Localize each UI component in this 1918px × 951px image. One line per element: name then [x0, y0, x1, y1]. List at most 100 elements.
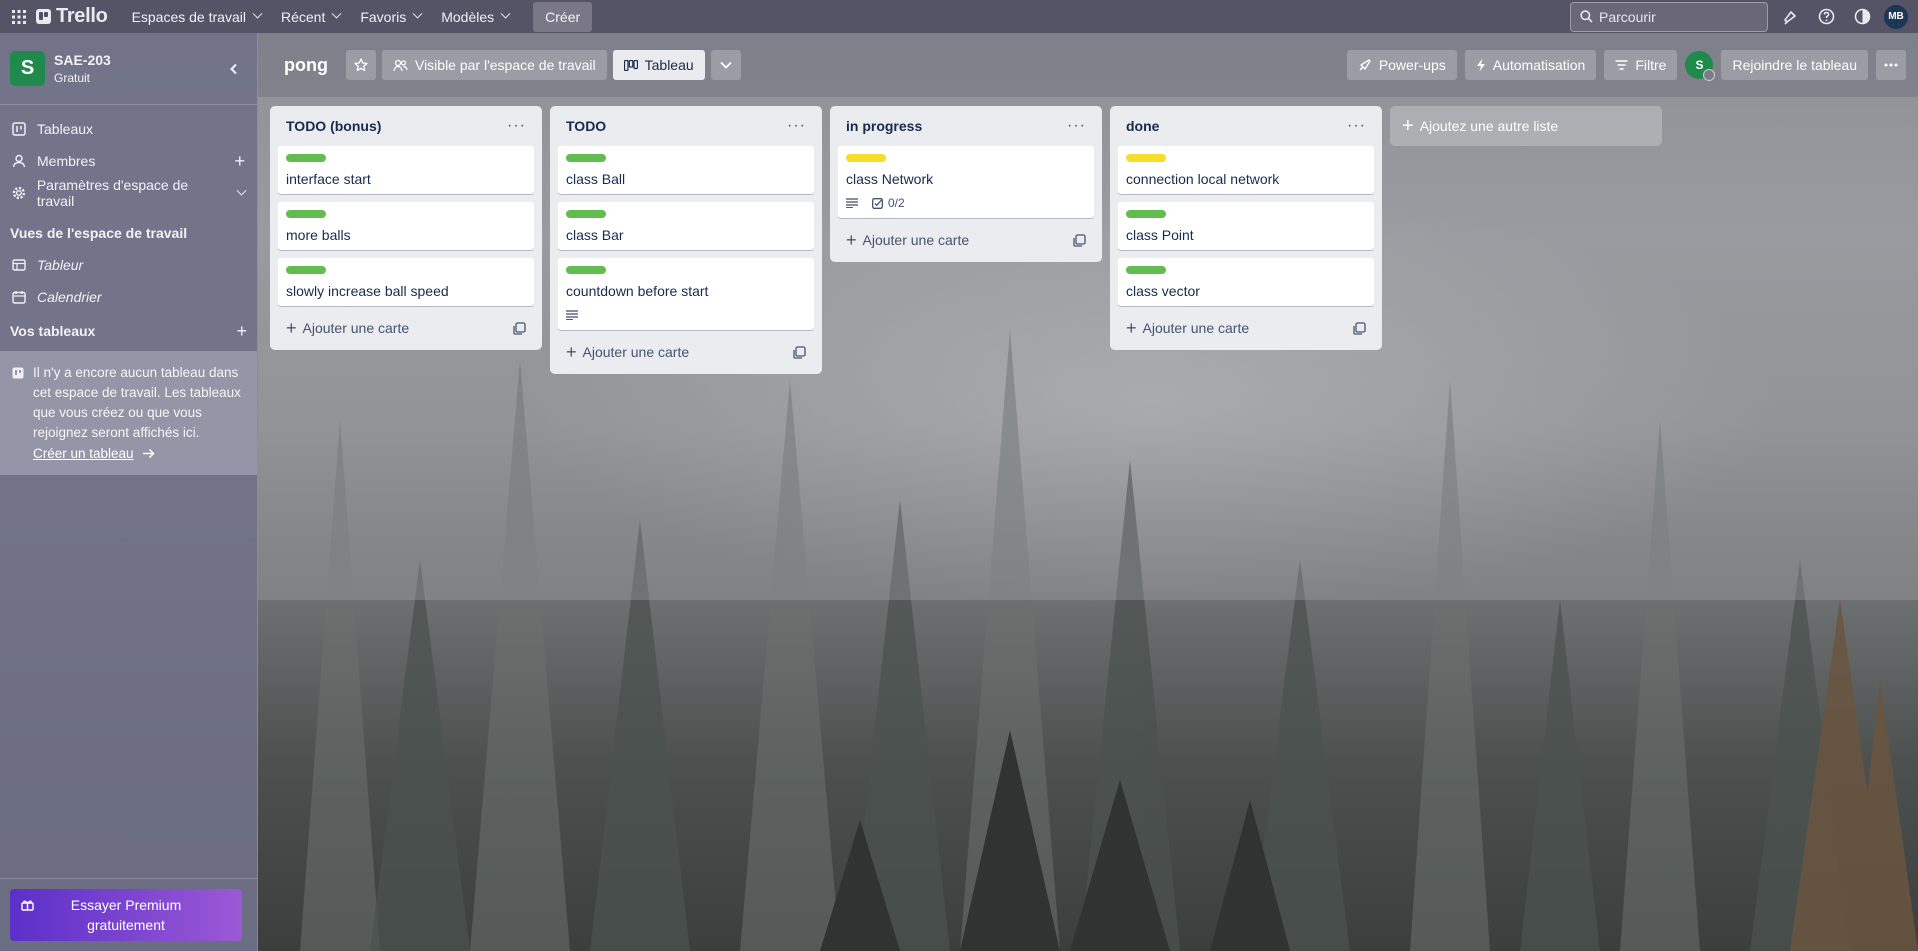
sidebar-view-table[interactable]: Tableur: [0, 249, 257, 281]
description-icon: [846, 198, 858, 208]
add-list-button[interactable]: + Ajoutez une autre liste: [1390, 106, 1662, 146]
plus-icon: +: [846, 230, 857, 250]
nav-recent[interactable]: Récent: [271, 0, 350, 33]
description-icon: [566, 310, 578, 320]
try-premium-button[interactable]: Essayer Premium gratuitement: [10, 889, 242, 941]
add-card-button[interactable]: + Ajouter une carte: [558, 338, 814, 366]
card-countdown-before-start[interactable]: countdown before start: [558, 258, 814, 330]
list-menu-icon[interactable]: ···: [507, 117, 526, 135]
green-label[interactable]: [566, 210, 606, 218]
search-box[interactable]: [1570, 1, 1768, 32]
nav-templates[interactable]: Modèles: [431, 0, 519, 33]
sidebar-item-members[interactable]: Membres +: [0, 145, 257, 177]
list-title[interactable]: done: [1126, 118, 1159, 134]
green-label[interactable]: [286, 210, 326, 218]
checklist-icon: [872, 197, 883, 209]
card-template-icon[interactable]: [1353, 321, 1366, 335]
visibility-button[interactable]: Visible par l'espace de travail: [381, 50, 607, 80]
sidebar-item-settings[interactable]: Paramètres d'espace de travail: [0, 177, 257, 209]
collapse-sidebar-button[interactable]: [221, 56, 247, 82]
card-template-icon[interactable]: [793, 345, 806, 359]
chevron-down-icon: [412, 8, 423, 19]
sidebar-view-table-label: Tableur: [37, 257, 84, 273]
create-button[interactable]: Créer: [533, 1, 593, 32]
list-title[interactable]: in progress: [846, 118, 922, 134]
card-title: class vector: [1126, 283, 1200, 299]
board-header: pong Visible par l'espace de travail Tab…: [258, 33, 1918, 97]
plus-icon: +: [286, 318, 297, 338]
theme-toggle-icon[interactable]: [1848, 3, 1876, 31]
board-menu-button[interactable]: [1876, 50, 1906, 80]
visibility-label: Visible par l'espace de travail: [414, 57, 596, 73]
create-board-label: Créer un tableau: [33, 446, 134, 461]
add-card-button[interactable]: + Ajouter une carte: [278, 314, 534, 342]
green-label[interactable]: [566, 266, 606, 274]
powerups-button[interactable]: Power-ups: [1346, 50, 1457, 80]
nav-favorites[interactable]: Favoris: [350, 0, 431, 33]
green-label[interactable]: [566, 154, 606, 162]
card-more-balls[interactable]: more balls: [278, 202, 534, 250]
yellow-label[interactable]: [846, 154, 886, 162]
your-boards-heading: Vos tableaux +: [0, 315, 257, 347]
nav-workspaces-label: Espaces de travail: [131, 8, 246, 25]
chevron-down-icon: [331, 8, 342, 19]
sidebar-item-boards[interactable]: Tableaux: [0, 113, 257, 145]
board-view-button[interactable]: Tableau: [612, 50, 705, 80]
notifications-icon[interactable]: [1776, 3, 1804, 31]
green-label[interactable]: [286, 154, 326, 162]
join-board-button[interactable]: Rejoindre le tableau: [1721, 50, 1868, 80]
checklist-count: 0/2: [888, 196, 905, 210]
green-label[interactable]: [1126, 210, 1166, 218]
nav-workspaces[interactable]: Espaces de travail: [122, 0, 271, 33]
filter-label: Filtre: [1635, 57, 1667, 73]
list-in-progress[interactable]: in progress ··· class Network 0/2 + Ajou…: [830, 106, 1102, 262]
card-class-bar[interactable]: class Bar: [558, 202, 814, 250]
view-switcher-button[interactable]: [710, 50, 741, 80]
help-icon[interactable]: [1812, 3, 1840, 31]
add-member-icon[interactable]: +: [234, 152, 245, 170]
automation-button[interactable]: Automatisation: [1464, 50, 1597, 80]
user-avatar[interactable]: MB: [1884, 4, 1908, 29]
views-heading: Vues de l'espace de travail: [10, 225, 188, 241]
add-card-button[interactable]: + Ajouter une carte: [1118, 314, 1374, 342]
card-class-vector[interactable]: class vector: [1118, 258, 1374, 306]
green-label[interactable]: [286, 266, 326, 274]
star-board-button[interactable]: [345, 50, 376, 80]
list-menu-icon[interactable]: ···: [787, 117, 806, 135]
card-slowly-increase-ball-speed[interactable]: slowly increase ball speed: [278, 258, 534, 306]
sidebar-view-calendar[interactable]: Calendrier: [0, 281, 257, 313]
card-title: connection local network: [1126, 171, 1280, 187]
card-class-point[interactable]: class Point: [1118, 202, 1374, 250]
person-icon: [12, 154, 26, 168]
create-board-link[interactable]: Créer un tableau: [33, 446, 155, 461]
card-title: class Network: [846, 171, 934, 187]
list-title[interactable]: TODO: [566, 118, 606, 134]
card-template-icon[interactable]: [513, 321, 526, 335]
app-switcher-icon[interactable]: [2, 0, 36, 33]
card-interface-start[interactable]: interface start: [278, 146, 534, 194]
add-card-button[interactable]: + Ajouter une carte: [838, 226, 1094, 254]
card-badges: 0/2: [846, 194, 1086, 212]
list-todo-bonus[interactable]: TODO (bonus) ··· interface start more ba…: [270, 106, 542, 350]
search-input[interactable]: [1599, 8, 1749, 25]
list-done[interactable]: done ··· connection local network class …: [1110, 106, 1382, 350]
add-board-icon[interactable]: +: [236, 321, 247, 342]
list-title[interactable]: TODO (bonus): [286, 118, 381, 134]
board-title[interactable]: pong: [284, 55, 328, 76]
card-class-ball[interactable]: class Ball: [558, 146, 814, 194]
green-label[interactable]: [1126, 266, 1166, 274]
trello-logo[interactable]: Trello: [36, 5, 108, 28]
filter-button[interactable]: Filtre: [1604, 50, 1678, 80]
sidebar-view-calendar-label: Calendrier: [37, 289, 102, 305]
yellow-label[interactable]: [1126, 154, 1166, 162]
people-icon: [393, 59, 408, 71]
board-member-avatar[interactable]: S: [1685, 51, 1716, 81]
card-class-network[interactable]: class Network 0/2: [838, 146, 1094, 218]
list-menu-icon[interactable]: ···: [1067, 117, 1086, 135]
card-connection-local-network[interactable]: connection local network: [1118, 146, 1374, 194]
card-template-icon[interactable]: [1073, 233, 1086, 247]
list-todo[interactable]: TODO ··· class Ball class Bar countdown …: [550, 106, 822, 374]
list-menu-icon[interactable]: ···: [1347, 117, 1366, 135]
workspace-avatar[interactable]: S: [10, 51, 45, 86]
workspace-name[interactable]: SAE-203: [54, 52, 111, 68]
